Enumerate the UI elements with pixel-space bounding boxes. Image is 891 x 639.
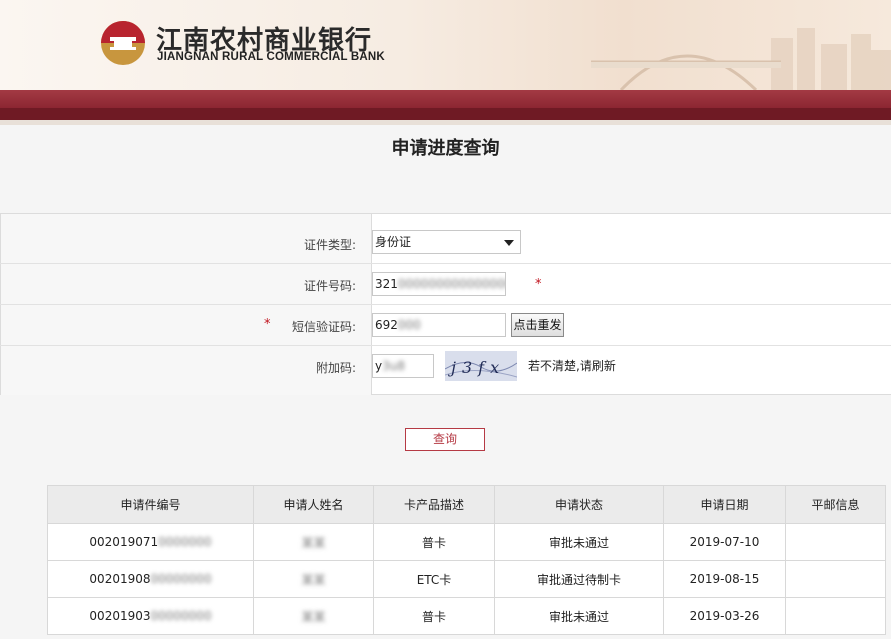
cell-applicant-name: 某某 — [253, 523, 374, 561]
cell-applicant-name: 某某 — [253, 597, 374, 635]
cell-card-product: 普卡 — [373, 523, 495, 561]
captcha-refresh-hint[interactable]: 若不清楚,请刷新 — [528, 357, 616, 374]
id-type-value: 身份证 — [375, 235, 412, 249]
id-number-input[interactable]: 3210000000000000000 — [372, 272, 506, 296]
cell-card-product: 普卡 — [373, 597, 495, 635]
cell-status: 审批未通过 — [494, 523, 664, 561]
captcha-masked: 3u8 — [382, 359, 405, 373]
cell-applicant-name: 某某 — [253, 560, 374, 598]
query-button[interactable]: 查询 — [405, 428, 485, 451]
col-card-product: 卡产品描述 — [373, 485, 495, 524]
col-mail-info: 平邮信息 — [785, 485, 886, 524]
bank-header: 江南农村商业银行 JIANGNAN RURAL COMMERCIAL BANK — [0, 0, 891, 90]
required-mark: * — [264, 317, 271, 332]
captcha-input[interactable]: y3u8 — [372, 354, 434, 378]
id-type-select[interactable]: 身份证 — [372, 230, 521, 254]
page-title: 申请进度查询 — [391, 138, 500, 159]
id-number-label: 证件号码: — [303, 279, 356, 293]
captcha-visible: y — [375, 359, 383, 373]
cell-mail-info — [785, 560, 886, 598]
captcha-noise: j3fx — [445, 358, 517, 378]
cell-mail-info — [785, 597, 886, 635]
col-applicant-name: 申请人姓名 — [253, 485, 374, 524]
id-number-masked: 0000000000000000 — [397, 277, 505, 291]
bank-name-en: JIANGNAN RURAL COMMERCIAL BANK — [157, 51, 385, 63]
cell-status: 审批未通过 — [494, 597, 664, 635]
col-date: 申请日期 — [663, 485, 786, 524]
cell-date: 2019-03-26 — [663, 597, 786, 635]
cell-date: 2019-07-10 — [663, 523, 786, 561]
captcha-label: 附加码: — [315, 361, 356, 375]
sms-code-label: 短信验证码: — [291, 320, 356, 334]
col-status: 申请状态 — [494, 485, 664, 524]
bank-logo-icon — [101, 21, 145, 65]
table-row[interactable]: 0020190300000000 某某 普卡 审批未通过 2019-03-26 — [47, 597, 886, 635]
cell-mail-info — [785, 523, 886, 561]
sms-code-masked: 000 — [397, 318, 421, 332]
table-row[interactable]: 0020190710000000 某某 普卡 审批未通过 2019-07-10 — [47, 523, 886, 561]
resend-sms-button[interactable]: 点击重发 — [511, 313, 564, 337]
sms-code-input[interactable]: 692000 — [372, 313, 506, 337]
cell-status: 审批通过待制卡 — [494, 560, 664, 598]
header-band — [0, 90, 891, 108]
id-number-visible: 321 — [375, 277, 398, 291]
table-header-row: 申请件编号 申请人姓名 卡产品描述 申请状态 申请日期 平邮信息 — [47, 485, 886, 524]
cell-application-no: 0020190710000000 — [47, 523, 254, 561]
results-table: 申请件编号 申请人姓名 卡产品描述 申请状态 申请日期 平邮信息 0020190… — [47, 485, 886, 635]
sms-code-visible: 692 — [375, 318, 398, 332]
captcha-text: j3fx — [448, 358, 505, 377]
dropdown-arrow-icon — [504, 240, 514, 246]
cell-application-no: 0020190800000000 — [47, 560, 254, 598]
col-application-no: 申请件编号 — [47, 485, 254, 524]
table-row[interactable]: 0020190800000000 某某 ETC卡 审批通过待制卡 2019-08… — [47, 560, 886, 598]
cell-application-no: 0020190300000000 — [47, 597, 254, 635]
cell-card-product: ETC卡 — [373, 560, 495, 598]
id-type-label: 证件类型: — [303, 238, 356, 252]
required-mark: * — [535, 277, 542, 292]
header-band-dark — [0, 108, 891, 120]
captcha-image[interactable]: j3fx — [445, 351, 517, 381]
cell-date: 2019-08-15 — [663, 560, 786, 598]
bridge-skyline-illustration — [591, 28, 891, 90]
